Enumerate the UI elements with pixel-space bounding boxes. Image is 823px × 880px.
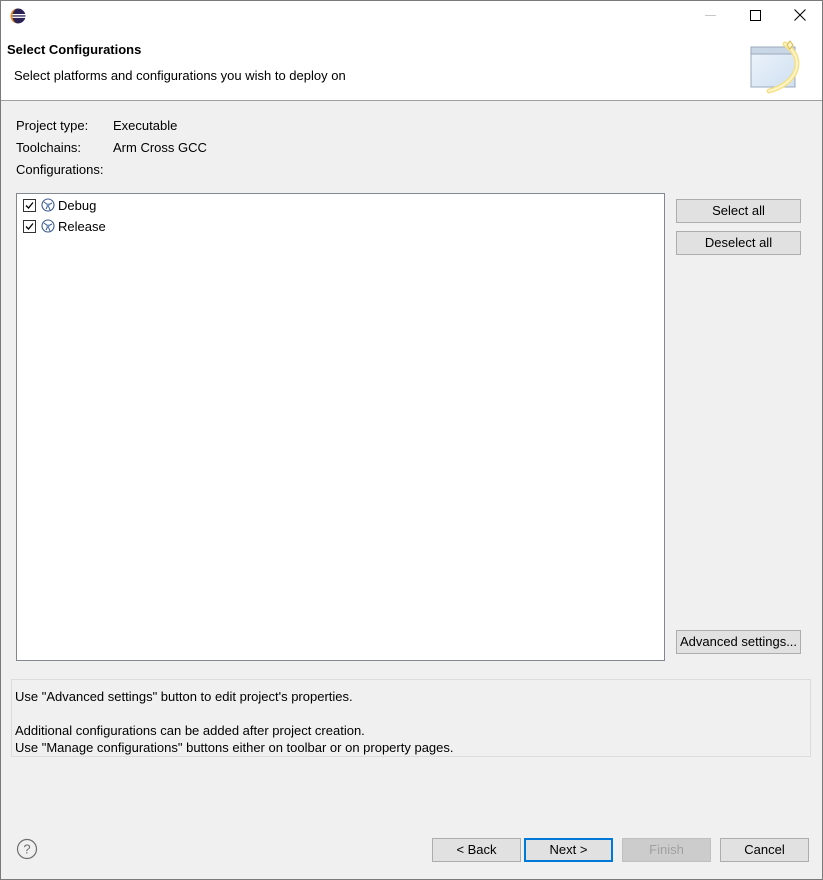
maximize-icon [749, 9, 761, 24]
title-bar[interactable] [1, 1, 822, 31]
wizard-banner: Select Configurations Select platforms a… [1, 31, 822, 101]
hint-manage-configurations: Use "Manage configurations" buttons eith… [15, 740, 454, 755]
hint-advanced-settings: Use "Advanced settings" button to edit p… [15, 689, 353, 704]
hint-box: Use "Advanced settings" button to edit p… [11, 679, 811, 757]
hint-additional-configurations: Additional configurations can be added a… [15, 723, 365, 738]
page-title: Select Configurations [7, 42, 142, 57]
back-button[interactable]: < Back [432, 838, 521, 862]
svg-text:?: ? [23, 842, 30, 857]
release-label: Release [58, 218, 106, 234]
toolchains-label: Toolchains: [16, 140, 82, 155]
close-icon [794, 8, 806, 24]
eclipse-icon [10, 8, 26, 24]
wizard-dialog: Select Configurations Select platforms a… [0, 0, 823, 880]
select-all-button[interactable]: Select all [676, 199, 801, 223]
advanced-settings-button[interactable]: Advanced settings... [676, 630, 801, 654]
project-type-value: Executable [113, 118, 178, 133]
configurations-label: Configurations: [16, 162, 104, 177]
configurations-list[interactable]: Debug Release [16, 193, 665, 661]
page-description: Select platforms and configurations you … [14, 68, 346, 83]
debug-label: Debug [58, 197, 97, 213]
configuration-icon [41, 219, 55, 233]
help-icon[interactable]: ? [16, 838, 38, 860]
release-checkbox[interactable] [23, 219, 36, 233]
toolchains-value: Arm Cross GCC [113, 140, 207, 155]
finish-button[interactable]: Finish [622, 838, 711, 862]
project-type-label: Project type: [16, 118, 89, 133]
minimize-icon [704, 9, 716, 24]
wizard-banner-icon [745, 39, 805, 97]
list-item-release[interactable]: Release [23, 217, 106, 235]
list-item-debug[interactable]: Debug [23, 196, 96, 214]
next-button[interactable]: Next > [524, 838, 613, 862]
debug-checkbox[interactable] [23, 198, 36, 212]
close-button[interactable] [777, 1, 822, 31]
deselect-all-button[interactable]: Deselect all [676, 231, 801, 255]
cancel-button[interactable]: Cancel [720, 838, 809, 862]
minimize-button[interactable] [687, 1, 733, 31]
configuration-icon [41, 198, 55, 212]
maximize-button[interactable] [732, 1, 778, 31]
